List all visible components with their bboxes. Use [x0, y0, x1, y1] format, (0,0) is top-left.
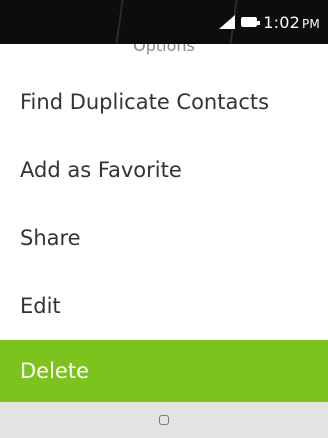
status-indicators: 1:02 PM [219, 12, 320, 32]
page-title: Options [133, 44, 195, 55]
background-streak [113, 0, 125, 44]
menu-item-share[interactable]: Share [0, 204, 328, 272]
screen: 1:02 PM Options Find Duplicate Contacts A… [0, 0, 328, 438]
menu-item-find-duplicate-contacts[interactable]: Find Duplicate Contacts [0, 68, 328, 136]
signal-icon [219, 15, 236, 29]
options-menu: Find Duplicate Contacts Add as Favorite … [0, 68, 328, 402]
softkey-bar [0, 402, 328, 438]
center-softkey-icon[interactable] [159, 415, 169, 425]
menu-item-edit[interactable]: Edit [0, 272, 328, 340]
clock: 1:02 PM [263, 13, 320, 32]
clock-time: 1:02 [263, 12, 300, 32]
header: Options [0, 44, 328, 69]
menu-item-add-as-favorite[interactable]: Add as Favorite [0, 136, 328, 204]
clock-ampm: PM [302, 16, 320, 31]
menu-item-delete[interactable]: Delete [0, 340, 328, 402]
battery-icon [241, 17, 261, 27]
status-bar: 1:02 PM [0, 0, 328, 44]
